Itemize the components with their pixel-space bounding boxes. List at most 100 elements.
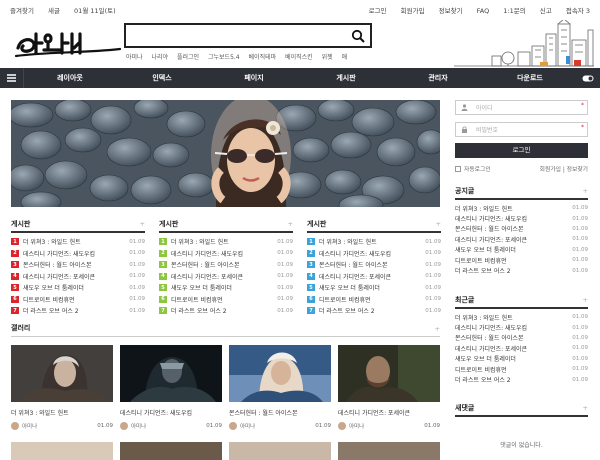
nav-item-download[interactable]: 다운로드 xyxy=(484,73,576,83)
nav-item-admin[interactable]: 관리자 xyxy=(392,73,484,83)
list-item[interactable]: 데스티니 가디언즈: 포세이큰 01.09 xyxy=(455,343,588,353)
comments-title[interactable]: 새댓글 xyxy=(455,403,474,413)
post-title[interactable]: 더 라스트 오브 어스 2 xyxy=(455,266,511,275)
more-icon[interactable]: + xyxy=(140,220,145,228)
keyword-link[interactable]: 베이직테마 xyxy=(249,54,277,61)
author-name[interactable]: 아미나 xyxy=(240,422,255,430)
login-link[interactable]: 로그인 xyxy=(369,7,387,15)
post-title[interactable]: 데스티니 가디언즈: 포세이큰 xyxy=(319,272,391,281)
post-title[interactable]: 몬스터헌터 : 월드 아이스본 xyxy=(455,333,523,342)
post-title[interactable]: 데스티니 가디언즈: 포세이큰 xyxy=(23,272,95,281)
keyword-link[interactable]: 애 xyxy=(342,54,348,61)
menu-button[interactable] xyxy=(0,68,24,88)
gallery-card[interactable]: 더 위쳐3 : 와일드 헌트 아미나 01.09 xyxy=(11,345,113,430)
list-item[interactable]: 7 더 라스트 오브 어스 2 01.09 xyxy=(159,305,293,317)
list-item[interactable]: 더 라스트 오브 어스 2 01.09 xyxy=(455,374,588,385)
nav-item-board[interactable]: 게시판 xyxy=(300,73,392,83)
login-button[interactable]: 로그인 xyxy=(455,143,588,158)
list-item[interactable]: 4 데스티니 가디언즈: 포세이큰 01.09 xyxy=(11,271,145,283)
list-item[interactable]: 디트로이트 비컴휴먼 01.09 xyxy=(455,364,588,374)
author-name[interactable]: 아미나 xyxy=(22,422,37,430)
gallery-thumbnail[interactable] xyxy=(229,442,331,460)
list-item[interactable]: 데스티니 가디언즈: 포세이큰 01.09 xyxy=(455,234,588,244)
search-icon[interactable] xyxy=(351,29,365,43)
post-title[interactable]: 몬스터헌터 : 월드 아이스본 xyxy=(171,260,239,269)
list-item[interactable]: 7 더 라스트 오브 어스 2 01.09 xyxy=(307,305,441,317)
list-item[interactable]: 2 데스티니 가디언즈: 새도우킵 01.09 xyxy=(159,248,293,260)
post-title[interactable]: 섀도우 오브 더 툼레이더 xyxy=(171,283,232,292)
keyword-link[interactable]: 플러그인 xyxy=(177,54,199,61)
list-item[interactable]: 2 데스티니 가디언즈: 새도우킵 01.09 xyxy=(11,248,145,260)
gallery-caption[interactable]: 더 위쳐3 : 와일드 헌트 xyxy=(11,408,113,417)
list-item[interactable]: 1 더 위쳐3 : 와일드 헌트 01.09 xyxy=(307,236,441,248)
nav-item-page[interactable]: 페이지 xyxy=(208,73,300,83)
list-item[interactable]: 몬스터헌터 : 월드 아이스본 01.09 xyxy=(455,224,588,234)
list-item[interactable]: 6 디트로이트 비컴휴먼 01.09 xyxy=(159,294,293,306)
board-title[interactable]: 게시판 xyxy=(307,219,326,229)
faq-link[interactable]: FAQ xyxy=(477,7,490,15)
post-title[interactable]: 디트로이트 비컴휴먼 xyxy=(319,295,371,304)
id-field[interactable]: 아이디 * xyxy=(455,100,588,115)
post-title[interactable]: 데스티니 가디언즈: 새도우킵 xyxy=(455,214,527,223)
post-title[interactable]: 더 라스트 오브 어스 2 xyxy=(455,375,511,384)
post-title[interactable]: 더 위쳐3 : 와일드 헌트 xyxy=(455,204,513,213)
more-icon[interactable]: + xyxy=(583,187,588,195)
post-title[interactable]: 더 위쳐3 : 와일드 헌트 xyxy=(171,237,229,246)
gallery-thumbnail[interactable] xyxy=(229,345,331,402)
post-title[interactable]: 더 위쳐3 : 와일드 헌트 xyxy=(455,313,513,322)
gallery-card[interactable]: 데스티니 가디언즈: 새도우킵 아미나 01.09 xyxy=(120,345,222,430)
post-title[interactable]: 디트로이트 비컴휴먼 xyxy=(455,365,507,374)
auto-login-checkbox[interactable] xyxy=(455,165,461,172)
nav-item-index[interactable]: 인덱스 xyxy=(116,73,208,83)
theme-toggle[interactable] xyxy=(576,75,600,82)
post-title[interactable]: 데스티니 가디언즈: 새도우킵 xyxy=(171,249,243,258)
post-title[interactable]: 디트로이트 비컴휴먼 xyxy=(455,256,507,265)
post-title[interactable]: 몬스터헌터 : 월드 아이스본 xyxy=(319,260,387,269)
author-name[interactable]: 아미나 xyxy=(131,422,146,430)
post-title[interactable]: 디트로이트 비컴휴먼 xyxy=(171,295,223,304)
post-title[interactable]: 더 라스트 오브 어스 2 xyxy=(319,306,375,315)
keyword-link[interactable]: 베이직스킨 xyxy=(285,54,313,61)
auto-login-label[interactable]: 자동로그인 xyxy=(464,164,491,173)
list-item[interactable]: 3 몬스터헌터 : 월드 아이스본 01.09 xyxy=(307,259,441,271)
site-logo[interactable] xyxy=(14,26,124,60)
bookmark-link[interactable]: 즐겨찾기 xyxy=(10,7,34,15)
post-title[interactable]: 데스티니 가디언즈: 포세이큰 xyxy=(455,235,527,244)
list-item[interactable]: 4 데스티니 가디언즈: 포세이큰 01.09 xyxy=(159,271,293,283)
list-item[interactable]: 섀도우 오브 더 툼레이더 01.09 xyxy=(455,354,588,364)
more-icon[interactable]: + xyxy=(583,296,588,304)
list-item[interactable]: 7 더 라스트 오브 어스 2 01.09 xyxy=(11,305,145,317)
list-item[interactable]: 5 섀도우 오브 더 툼레이더 01.09 xyxy=(11,282,145,294)
post-title[interactable]: 데스티니 가디언즈: 새도우킵 xyxy=(319,249,391,258)
find-info-link[interactable]: 정보찾기 xyxy=(439,7,463,15)
post-title[interactable]: 데스티니 가디언즈: 새도우킵 xyxy=(455,323,527,332)
list-item[interactable]: 더 위쳐3 : 와일드 헌트 01.09 xyxy=(455,312,588,322)
list-item[interactable]: 5 섀도우 오브 더 툼레이더 01.09 xyxy=(159,282,293,294)
list-item[interactable]: 데스티니 가디언즈: 새도우킵 01.09 xyxy=(455,213,588,224)
hero-banner[interactable] xyxy=(11,100,440,207)
list-item[interactable]: 더 위쳐3 : 와일드 헌트 01.09 xyxy=(455,203,588,213)
list-item[interactable]: 2 데스티니 가디언즈: 새도우킵 01.09 xyxy=(307,248,441,260)
nav-item-layout[interactable]: 레이아웃 xyxy=(24,73,116,83)
post-title[interactable]: 섀도우 오브 더 툼레이더 xyxy=(455,245,516,254)
post-title[interactable]: 데스티니 가디언즈: 포세이큰 xyxy=(171,272,243,281)
post-title[interactable]: 더 위쳐3 : 와일드 헌트 xyxy=(23,237,81,246)
list-item[interactable]: 3 몬스터헌터 : 월드 아이스본 01.09 xyxy=(159,259,293,271)
find-info-link[interactable]: 정보찾기 xyxy=(567,167,588,173)
more-icon[interactable]: + xyxy=(583,404,588,412)
list-item[interactable]: 몬스터헌터 : 월드 아이스본 01.09 xyxy=(455,333,588,343)
list-item[interactable]: 6 디트로이트 비컴휴먼 01.09 xyxy=(11,294,145,306)
post-title[interactable]: 데스티니 가디언즈: 새도우킵 xyxy=(23,249,95,258)
gallery-caption[interactable]: 데스티니 가디언즈: 새도우킵 xyxy=(120,408,222,417)
keyword-link[interactable]: 나리야 xyxy=(151,54,168,61)
list-item[interactable]: 1 더 위쳐3 : 와일드 헌트 01.09 xyxy=(159,236,293,248)
board-title[interactable]: 게시판 xyxy=(159,219,178,229)
post-title[interactable]: 몬스터헌터 : 월드 아이스본 xyxy=(455,224,523,233)
more-icon[interactable]: + xyxy=(288,220,293,228)
gallery-thumbnail[interactable] xyxy=(338,442,440,460)
list-item[interactable]: 5 섀도우 오브 더 툼레이더 01.09 xyxy=(307,282,441,294)
list-item[interactable]: 데스티니 가디언즈: 새도우킵 01.09 xyxy=(455,322,588,333)
post-title[interactable]: 더 위쳐3 : 와일드 헌트 xyxy=(319,237,377,246)
keyword-link[interactable]: 위젯 xyxy=(322,54,333,61)
gallery-caption[interactable]: 데스티니 가디언즈: 포세이큰 xyxy=(338,408,440,417)
